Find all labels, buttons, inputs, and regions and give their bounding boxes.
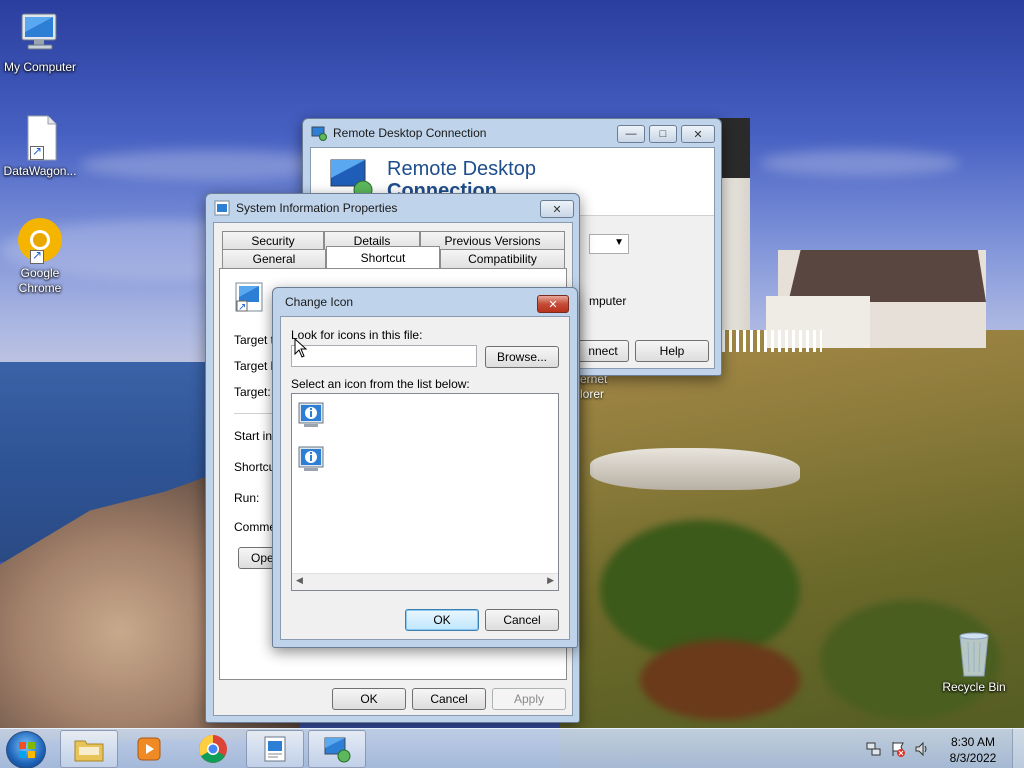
dialog-title: Change Icon bbox=[285, 295, 354, 309]
system-info-icon[interactable] bbox=[296, 444, 328, 478]
close-button[interactable]: ✕ bbox=[681, 125, 715, 143]
media-player-icon bbox=[137, 737, 161, 761]
scroll-right-icon[interactable]: ▶ bbox=[547, 575, 554, 586]
chrome-canary-icon bbox=[16, 216, 64, 264]
wallpaper-cloud bbox=[760, 150, 960, 176]
wallpaper-shrub bbox=[640, 640, 800, 720]
taskbar-file-explorer[interactable] bbox=[60, 730, 118, 768]
taskbar-system-information[interactable] bbox=[246, 730, 304, 768]
desktop-icon-datawagon[interactable]: DataWagon... bbox=[0, 114, 80, 179]
folder-icon bbox=[74, 740, 104, 762]
desktop-icon-my-computer[interactable]: My Computer bbox=[0, 10, 80, 75]
close-button[interactable]: ✕ bbox=[540, 200, 574, 218]
shortcut-arrow-icon bbox=[30, 144, 44, 160]
browse-button[interactable]: Browse... bbox=[485, 346, 559, 368]
tab-previous-versions[interactable]: Previous Versions bbox=[420, 231, 565, 250]
window-title: Remote Desktop Connection bbox=[333, 126, 487, 140]
maximize-button[interactable]: □ bbox=[649, 125, 677, 143]
desktop-icon-label: Google Chrome bbox=[18, 266, 62, 295]
taskbar-clock[interactable]: 8:30 AM 8/3/2022 bbox=[938, 734, 1008, 766]
taskbar-media-player[interactable] bbox=[120, 730, 178, 768]
desktop-icon-google-chrome[interactable]: Google Chrome bbox=[0, 216, 80, 296]
icon-file-input[interactable] bbox=[291, 345, 477, 367]
taskbar: 8:30 AM 8/3/2022 bbox=[0, 728, 1024, 768]
field-target-label: Target: bbox=[234, 385, 271, 399]
close-button[interactable]: ✕ bbox=[537, 295, 569, 313]
change-icon-titlebar[interactable]: Change Icon bbox=[273, 288, 577, 316]
change-icon-client: Look for icons in this file: Browse... S… bbox=[280, 316, 570, 640]
ok-button[interactable]: OK bbox=[405, 609, 479, 631]
desktop-icon-label: Recycle Bin bbox=[942, 680, 1006, 694]
maximize-icon: □ bbox=[659, 128, 667, 140]
start-button[interactable] bbox=[6, 731, 46, 768]
select-icon-label: Select an icon from the list below: bbox=[291, 377, 470, 391]
system-info-icon bbox=[264, 736, 286, 762]
chevron-down-icon: ▼ bbox=[614, 237, 624, 248]
desktop-icon-label-partial: lorer bbox=[580, 387, 605, 401]
scroll-left-icon[interactable]: ◀ bbox=[296, 575, 303, 586]
close-icon: ✕ bbox=[552, 203, 562, 216]
remote-desktop-icon bbox=[324, 737, 351, 763]
taskbar-chrome[interactable] bbox=[184, 730, 242, 768]
clock-time: 8:30 AM bbox=[950, 735, 996, 749]
computer-icon bbox=[16, 10, 64, 58]
system-info-icon bbox=[214, 200, 230, 216]
field-run-label: Run: bbox=[234, 491, 260, 505]
apply-button[interactable]: Apply bbox=[492, 688, 566, 710]
field-start-in-label: Start in: bbox=[234, 429, 276, 443]
volume-icon[interactable] bbox=[914, 741, 930, 757]
action-center-flag-icon[interactable] bbox=[890, 741, 906, 757]
tab-shortcut[interactable]: Shortcut bbox=[326, 246, 440, 268]
recycle-bin-icon bbox=[950, 630, 998, 678]
look-for-icons-label: Look for icons in this file: bbox=[291, 328, 423, 342]
tab-compatibility[interactable]: Compatibility bbox=[440, 249, 565, 268]
system-info-icon[interactable] bbox=[296, 400, 328, 434]
cancel-button[interactable]: Cancel bbox=[485, 609, 559, 631]
computer-combobox[interactable]: ▼ bbox=[589, 234, 629, 254]
minimize-icon: — bbox=[625, 128, 637, 140]
shortcut-arrow-icon bbox=[30, 248, 44, 264]
windows-logo-icon bbox=[19, 742, 35, 758]
wallpaper-roof bbox=[788, 250, 986, 302]
desktop-icon-recycle-bin[interactable]: Recycle Bin bbox=[934, 630, 1014, 695]
wallpaper-fence bbox=[722, 330, 822, 352]
desktop-icon-label: DataWagon... bbox=[3, 164, 77, 178]
change-icon-dialog[interactable]: Change Icon ✕ Look for icons in this fil… bbox=[272, 287, 578, 648]
network-icon[interactable] bbox=[866, 741, 882, 757]
properties-titlebar[interactable]: System Information Properties bbox=[206, 194, 579, 222]
svg-text:↗: ↗ bbox=[238, 302, 246, 313]
close-icon: ✕ bbox=[693, 128, 703, 141]
horizontal-scrollbar[interactable]: ◀ ▶ bbox=[292, 573, 558, 590]
document-shortcut-icon bbox=[16, 114, 64, 162]
tab-general[interactable]: General bbox=[222, 249, 326, 268]
taskbar-remote-desktop[interactable] bbox=[308, 730, 366, 768]
tab-security[interactable]: Security bbox=[222, 231, 324, 250]
show-desktop-button[interactable] bbox=[1012, 729, 1024, 768]
wallpaper-rock bbox=[590, 448, 800, 490]
remote-desktop-icon bbox=[311, 125, 327, 141]
desktop-icon-label: My Computer bbox=[3, 60, 77, 74]
window-title: System Information Properties bbox=[236, 201, 398, 215]
wallpaper-shrub bbox=[600, 520, 800, 660]
ok-button[interactable]: OK bbox=[332, 688, 406, 710]
mouse-cursor-icon bbox=[294, 337, 308, 361]
shortcut-large-icon: ↗ bbox=[234, 281, 264, 316]
chrome-icon bbox=[199, 735, 227, 763]
clock-date: 8/3/2022 bbox=[949, 751, 997, 765]
computer-label-partial: mputer bbox=[589, 294, 627, 308]
connect-button[interactable]: nnect bbox=[577, 340, 629, 362]
icon-list[interactable]: ◀ ▶ bbox=[291, 393, 559, 591]
wallpaper-cloud bbox=[80, 150, 340, 180]
banner-title-line1: Remote Desktop bbox=[387, 158, 536, 180]
help-button[interactable]: Help bbox=[635, 340, 709, 362]
minimize-button[interactable]: — bbox=[617, 125, 645, 143]
close-icon: ✕ bbox=[548, 298, 558, 311]
cancel-button[interactable]: Cancel bbox=[412, 688, 486, 710]
